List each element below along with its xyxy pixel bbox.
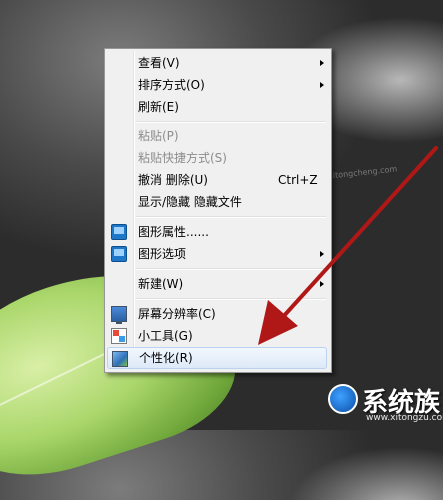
annotation-arrow-shaft — [280, 146, 438, 320]
annotation-overlay — [258, 146, 438, 345]
logo-badge-icon — [328, 384, 358, 414]
brand-logo: 系统族 www.xitongzu.com — [322, 380, 443, 430]
logo-url-text: www.xitongzu.com — [366, 413, 443, 423]
